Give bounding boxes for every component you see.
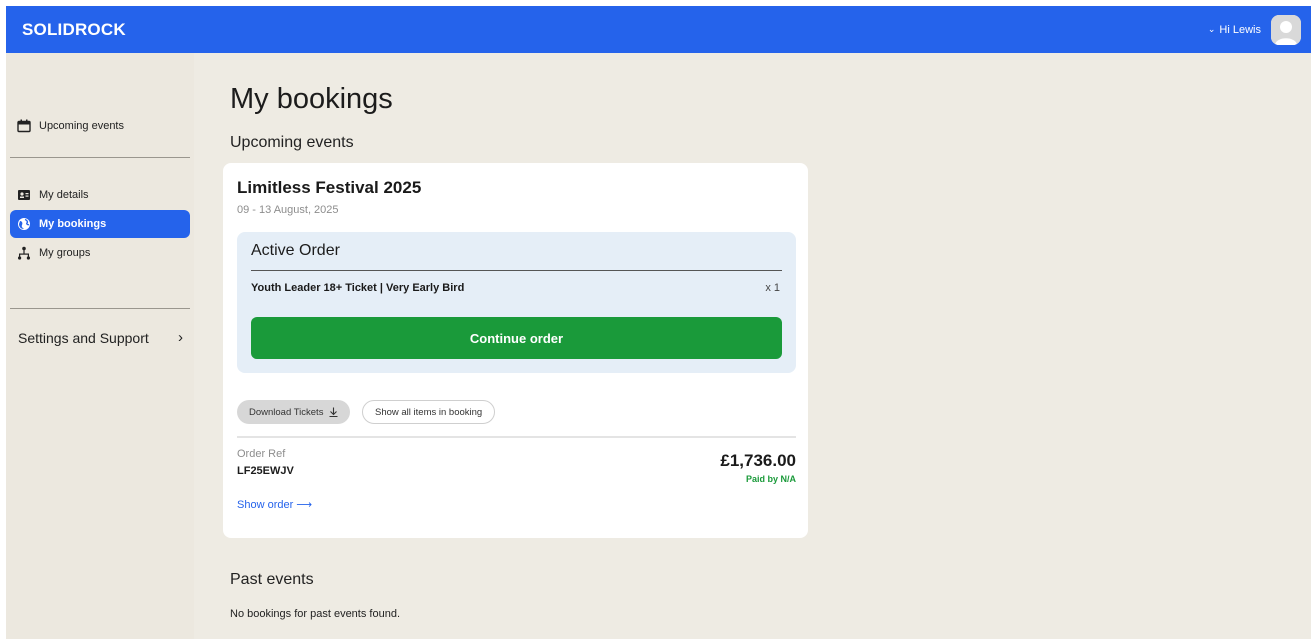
download-tickets-label: Download Tickets: [249, 406, 324, 418]
order-ref-label: Order Ref: [237, 448, 286, 460]
active-order-title: Active Order: [251, 242, 340, 259]
ticket-quantity: x 1: [765, 282, 780, 294]
sidebar-item-label: My groups: [39, 247, 91, 259]
download-icon: [329, 407, 338, 417]
ticket-name: Youth Leader 18+ Ticket | Very Early Bir…: [251, 282, 465, 294]
upcoming-events-heading: Upcoming events: [230, 134, 354, 151]
sidebar-item-upcoming-events[interactable]: Upcoming events: [10, 112, 190, 140]
show-order-label: Show order: [237, 499, 294, 511]
order-amount: £1,736.00: [720, 451, 796, 470]
divider: [237, 436, 796, 438]
past-events-heading: Past events: [230, 571, 314, 588]
arrow-right-icon: ⟶: [296, 499, 313, 511]
continue-order-button[interactable]: Continue order: [251, 317, 782, 359]
calendar-icon: [17, 119, 31, 133]
sidebar-item-my-groups[interactable]: My groups: [10, 239, 190, 267]
show-all-items-button[interactable]: Show all items in booking: [362, 400, 496, 424]
top-navbar: SOLIDROCK ⌄ Hi Lewis: [6, 6, 1311, 53]
event-name: Limitless Festival 2025: [237, 178, 422, 197]
chevron-right-icon: ›: [178, 329, 183, 346]
avatar[interactable]: [1271, 14, 1301, 45]
sidebar-item-my-bookings[interactable]: My bookings: [10, 210, 190, 238]
active-order-panel: Active Order Youth Leader 18+ Ticket | V…: [237, 232, 796, 373]
sidebar-divider: [10, 157, 190, 158]
show-order-link[interactable]: Show order ⟶: [237, 498, 312, 511]
user-greeting: Hi Lewis: [1219, 23, 1261, 36]
payment-status: Paid by N/A: [745, 474, 796, 484]
user-avatar-icon: [1271, 14, 1301, 45]
brand-logo[interactable]: SOLIDROCK: [22, 20, 126, 40]
order-ref-value: LF25EWJV: [237, 465, 294, 477]
id-card-icon: [18, 190, 30, 200]
sidebar-divider: [10, 308, 190, 309]
download-tickets-button[interactable]: Download Tickets: [237, 400, 351, 424]
settings-and-support-toggle[interactable]: Settings and Support ›: [18, 329, 183, 346]
sidebar-item-label: Upcoming events: [39, 120, 124, 132]
main-content: My bookings Upcoming events Limitless Fe…: [194, 53, 1311, 639]
user-menu[interactable]: ⌄ Hi Lewis: [1208, 14, 1301, 45]
booking-card: Limitless Festival 2025 09 - 13 August, …: [223, 163, 808, 538]
page-title: My bookings: [230, 83, 393, 115]
globe-icon: [18, 218, 30, 230]
event-dates: 09 - 13 August, 2025: [237, 204, 339, 216]
sidebar: Upcoming events My details My bookings M…: [6, 53, 194, 639]
sidebar-item-my-details[interactable]: My details: [10, 181, 190, 209]
org-chart-icon: [18, 246, 30, 260]
past-events-empty-message: No bookings for past events found.: [230, 608, 400, 620]
settings-label: Settings and Support: [18, 329, 149, 346]
sidebar-item-label: My bookings: [39, 218, 107, 230]
sidebar-item-label: My details: [39, 189, 89, 201]
user-greeting-dropdown[interactable]: ⌄ Hi Lewis: [1208, 24, 1261, 36]
chevron-down-icon: ⌄: [1207, 24, 1216, 34]
divider: [251, 270, 782, 271]
